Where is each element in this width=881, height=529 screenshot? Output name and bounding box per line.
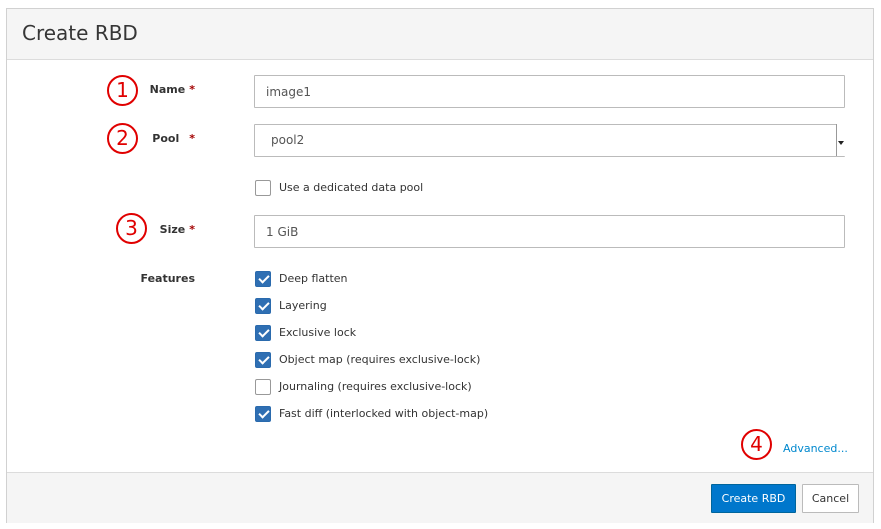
size-label-text: Size [159,223,186,236]
feature-object-map-checkbox[interactable] [255,352,271,368]
dedicated-data-pool-label: Use a dedicated data pool [279,181,424,194]
name-label-text: Name [149,83,186,96]
feature-object-map-label: Object map (requires exclusive-lock) [279,353,481,366]
chevron-down-icon [836,124,845,156]
name-label: Name * [127,83,195,96]
cancel-button[interactable]: Cancel [802,484,859,513]
dialog-header: Create RBD [7,9,873,60]
feature-journaling-checkbox[interactable] [255,379,271,395]
size-required-mark: * [189,223,195,236]
feature-layering-checkbox[interactable] [255,298,271,314]
advanced-link[interactable]: Advanced... [783,442,848,455]
size-label: Size * [127,223,195,236]
create-rbd-dialog: Create RBD 1 Name* 2 Pool* pool2 Use a d… [6,8,874,523]
feature-deep-flatten-checkbox[interactable] [255,271,271,287]
size-input[interactable] [254,215,845,248]
dedicated-data-pool-checkbox[interactable] [255,180,271,196]
create-rbd-button[interactable]: Create RBD [711,484,796,513]
feature-deep-flatten-label: Deep flatten [279,272,348,285]
feature-journaling-label: Journaling (requires exclusive-lock) [279,380,472,393]
feature-fast-diff-checkbox[interactable] [255,406,271,422]
feature-layering-label: Layering [279,299,327,312]
pool-label-text: Pool [152,132,180,145]
name-input[interactable] [254,75,845,108]
feature-exclusive-lock-checkbox[interactable] [255,325,271,341]
pool-required-mark: * [189,132,195,145]
callout-badge-4: 4 [741,429,772,460]
feature-fast-diff-label: Fast diff (interlocked with object-map) [279,407,489,420]
pool-label: Pool * [127,132,195,145]
pool-select-value: pool2 [271,133,305,147]
feature-exclusive-lock-label: Exclusive lock [279,326,357,339]
pool-select[interactable]: pool2 [254,124,845,157]
features-label: Features [140,272,195,285]
name-required-mark: * [189,83,195,96]
dialog-title: Create RBD [22,21,138,45]
dialog-footer: Create RBD Cancel [7,472,873,523]
